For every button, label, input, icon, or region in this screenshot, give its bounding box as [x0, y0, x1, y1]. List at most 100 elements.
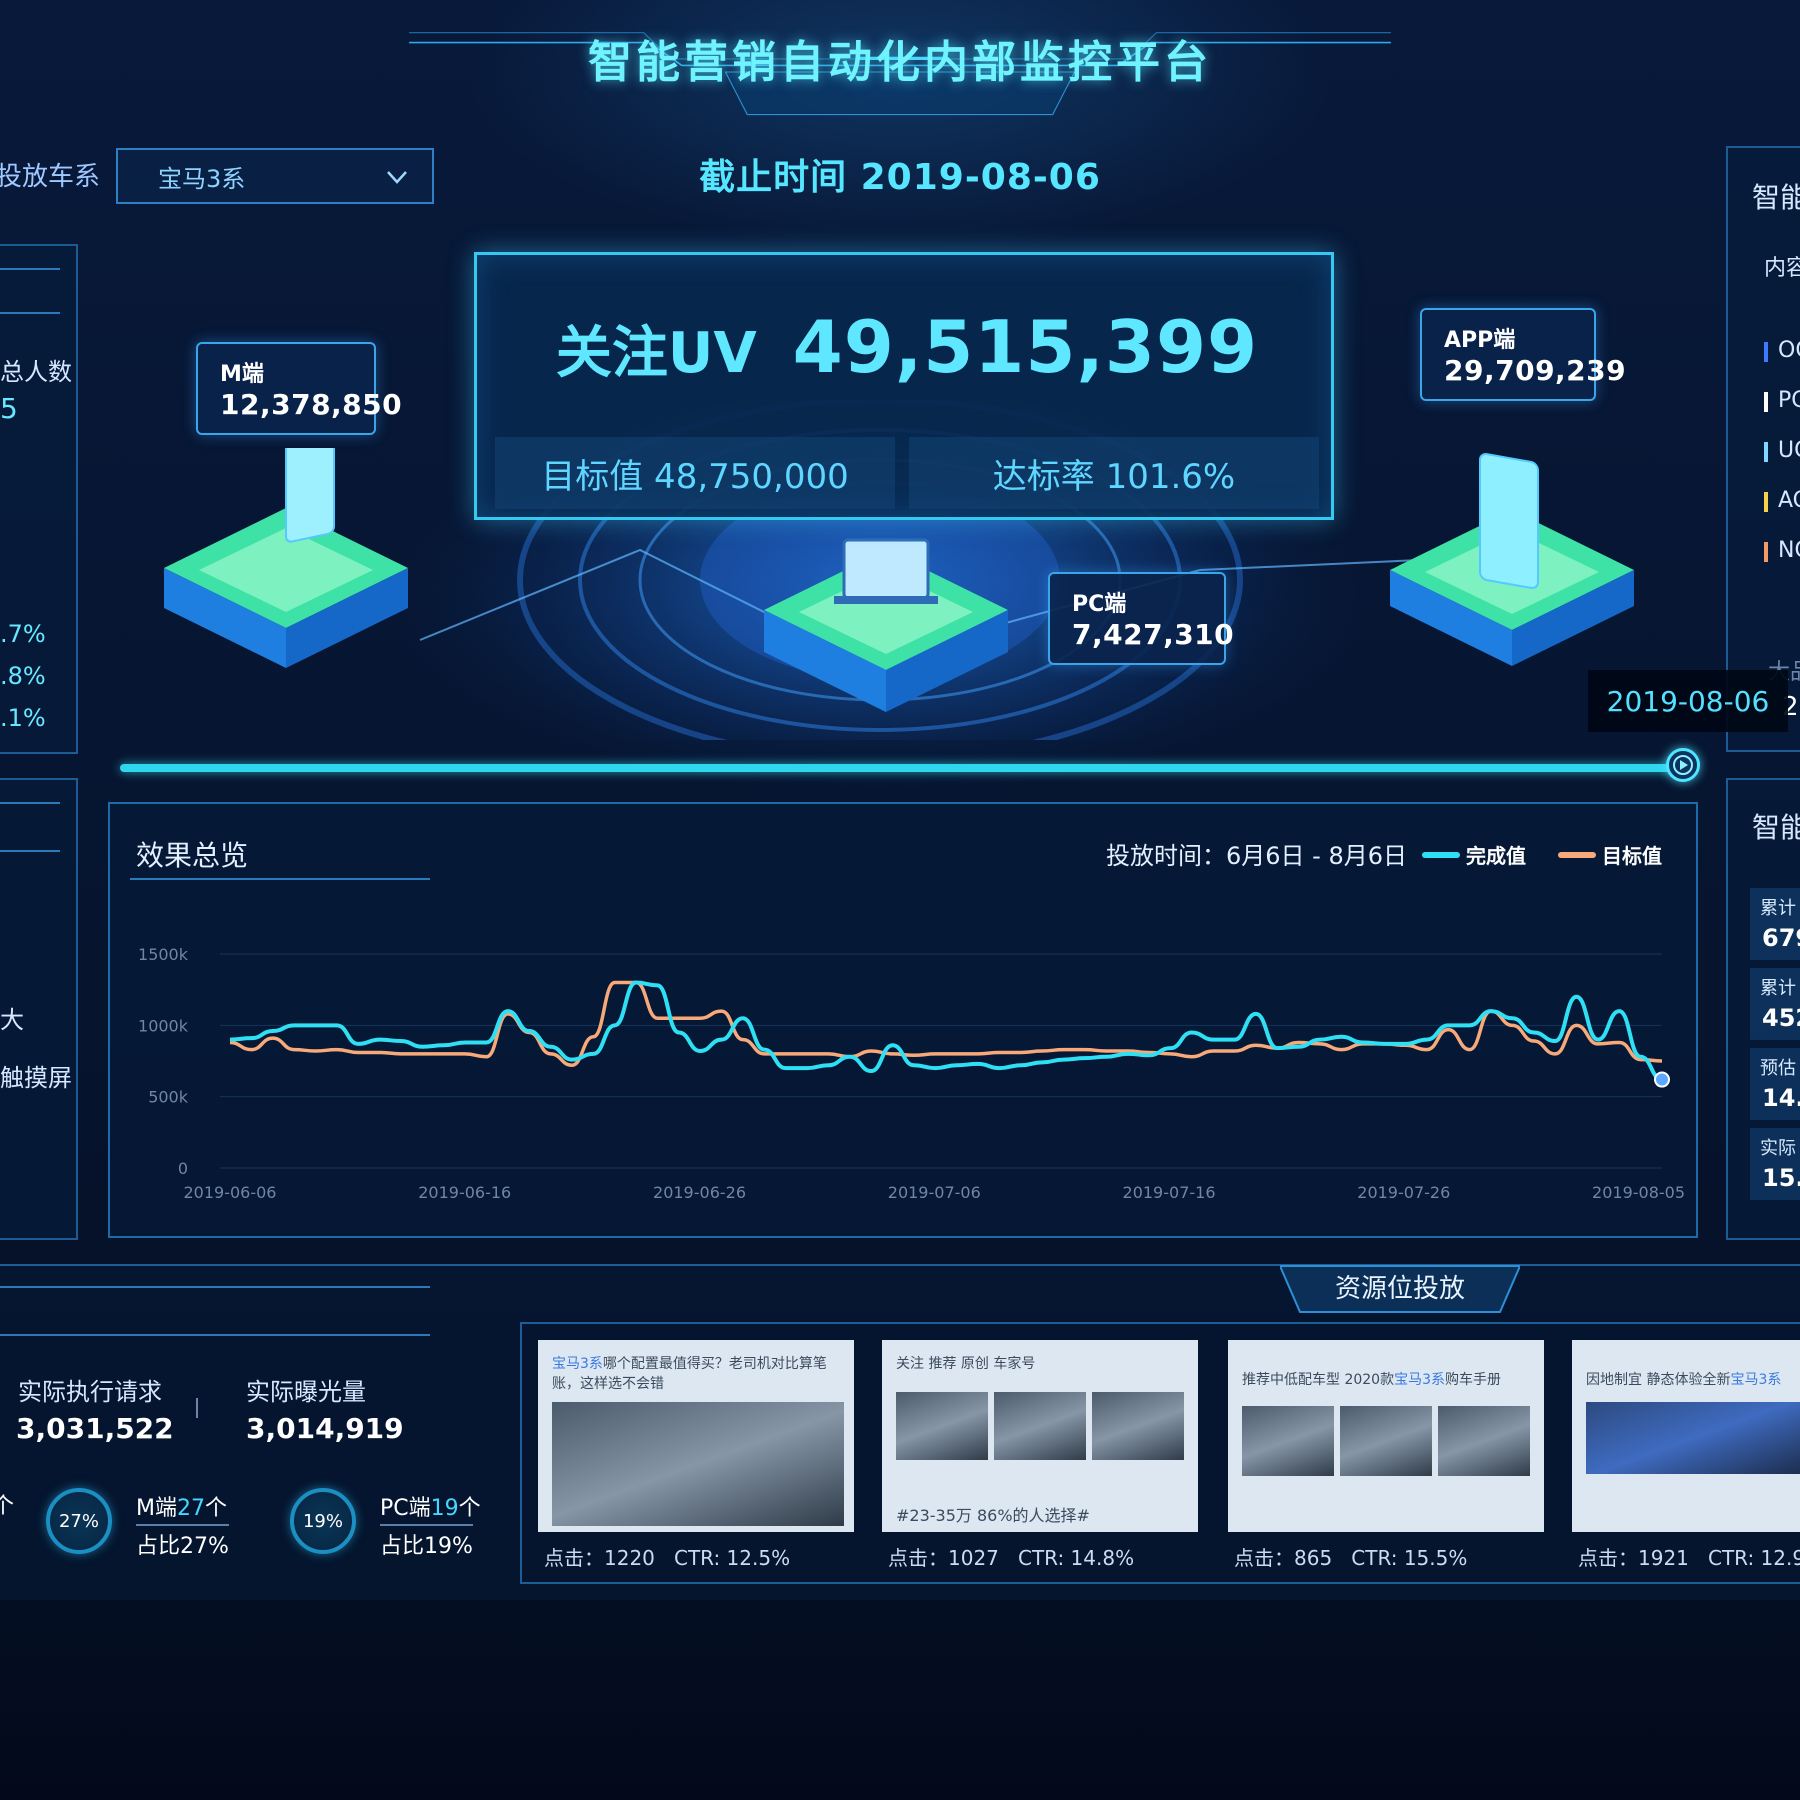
left-panel-value: 5	[0, 392, 18, 425]
right-item-marker	[1764, 442, 1768, 462]
y-tick-label: 0	[178, 1159, 188, 1178]
timeline-track[interactable]	[120, 764, 1682, 772]
right-metric-value: 679	[1762, 924, 1800, 952]
ad-card[interactable]: 关注 推荐 原创 车家号 #23-35万 86%的人选择#	[882, 1340, 1198, 1532]
ad-stat: 点击：1027 CTR: 14.8%	[888, 1546, 1135, 1570]
kpi-panel: 关注UV 49,515,399 目标值 48,750,000 达标率 101.6…	[474, 252, 1334, 520]
left-panel-pct: .8%	[0, 662, 46, 690]
exec-request-value: 3,031,522	[16, 1412, 174, 1445]
ad-stat: 点击：1921 CTR: 12.9%	[1578, 1546, 1800, 1570]
right-item-marker	[1764, 342, 1768, 362]
left-panel-rule	[0, 312, 60, 314]
ad-caption: 关注 推荐 原创 车家号	[896, 1356, 1036, 1372]
exposure-value: 3,014,919	[246, 1412, 404, 1445]
car-series-label: 投放车系	[0, 162, 100, 192]
timeline-play-handle[interactable]	[1666, 748, 1700, 782]
ad-caption: 宝马3系哪个配置最值得买？老司机对比算笔账，这样选不会错	[552, 1356, 827, 1392]
bottom-rule	[0, 1334, 430, 1336]
play-icon	[1673, 755, 1693, 775]
bottom-rule	[0, 1286, 430, 1288]
pc-device-callout: PC端 7,427,310	[1048, 572, 1234, 665]
deadline-date: 截止时间 2019-08-06	[699, 157, 1101, 198]
ad-card[interactable]: 推荐中低配车型 2020款宝马3系购车手册	[1228, 1340, 1544, 1532]
kpi-main-row: 关注UV 49,515,399	[477, 305, 1337, 395]
right-metric-value: 15.	[1762, 1164, 1800, 1192]
right-metric-label: 预估	[1760, 1058, 1796, 1079]
stat-divider	[196, 1398, 198, 1418]
right-item-marker	[1764, 492, 1768, 512]
car-photo	[1438, 1406, 1530, 1476]
chevron-down-icon	[387, 171, 407, 184]
left-panel-text: 大	[0, 1006, 24, 1034]
kpi-target: 目标值 48,750,000	[495, 437, 895, 509]
x-tick-label: 2019-07-16	[1123, 1183, 1216, 1202]
left-panel-text: 总人数	[0, 358, 72, 386]
terrain-backdrop	[0, 1600, 1800, 1800]
x-tick-label: 2019-06-26	[653, 1183, 746, 1202]
timeline-date-tooltip: 2019-08-06	[1588, 670, 1788, 732]
left-cut-text: 个	[0, 1494, 15, 1519]
x-tick-label: 2019-08-05	[1592, 1183, 1685, 1202]
right-item-label: AC	[1778, 488, 1800, 513]
kpi-value: 49,515,399	[792, 305, 1259, 389]
car-photo	[896, 1392, 988, 1460]
pc-share-ratio: 占比19%	[380, 1524, 473, 1560]
right-metric-value: 14.	[1762, 1084, 1800, 1112]
app-device-callout: APP端 29,709,239	[1420, 308, 1626, 401]
car-series-select[interactable]: 宝马3系	[116, 148, 434, 204]
left-panel-rule	[0, 802, 60, 804]
ad-caption: 因地制宜 静态体验全新宝马3系	[1586, 1372, 1782, 1388]
ad-card[interactable]: 因地制宜 静态体验全新宝马3系	[1572, 1340, 1800, 1532]
left-panel-rule	[0, 268, 60, 270]
car-photo	[552, 1402, 844, 1526]
right-metric-label: 累计	[1760, 898, 1796, 919]
m-share-ring: 27%	[46, 1488, 112, 1554]
exposure-label: 实际曝光量	[246, 1378, 366, 1406]
y-tick-label: 500k	[148, 1088, 189, 1107]
kpi-rate: 达标率 101.6%	[909, 437, 1319, 509]
left-panel-pct: .7%	[0, 620, 46, 648]
right-item-marker	[1764, 392, 1768, 412]
pc-device-platform	[764, 538, 1008, 712]
y-tick-label: 1000k	[138, 1016, 189, 1035]
car-photo	[1340, 1406, 1432, 1476]
resource-title: 资源位投放	[1334, 1274, 1465, 1304]
right-item-label: UG	[1778, 438, 1800, 463]
car-series-value: 宝马3系	[158, 164, 246, 193]
pc-share-title: PC端19个	[380, 1496, 481, 1521]
x-tick-label: 2019-06-06	[184, 1183, 277, 1202]
ad-card[interactable]: 宝马3系哪个配置最值得买？老司机对比算笔账，这样选不会错	[538, 1340, 854, 1532]
right-item-marker	[1764, 542, 1768, 562]
exec-request-label: 实际执行请求	[18, 1378, 162, 1406]
app-device-platform	[1390, 453, 1634, 666]
y-tick-label: 1500k	[138, 945, 189, 964]
right-panel-subtitle: 内容	[1764, 256, 1800, 281]
ad-stat: 点击：865 CTR: 15.5%	[1234, 1546, 1468, 1570]
ad-caption: 推荐中低配车型 2020款宝马3系购车手册	[1242, 1372, 1502, 1388]
right-panel-title: 智能	[1752, 181, 1800, 214]
page-title: 智能营销自动化内部监控平台	[588, 37, 1212, 88]
pc-share-ring: 19%	[290, 1488, 356, 1554]
kpi-label: 关注UV	[555, 321, 757, 386]
overview-chart-panel: 效果总览 投放时间：6月6日 - 8月6日 完成值 目标值 0 500k 1000k…	[108, 802, 1698, 1238]
right-item-label: NC	[1778, 538, 1800, 563]
car-photo	[1092, 1392, 1184, 1460]
left-panel-rule	[0, 850, 60, 852]
ad-stat: 点击：1220 CTR: 12.5%	[544, 1546, 791, 1570]
right-metric-label: 实际	[1760, 1138, 1796, 1159]
x-tick-label: 2019-07-26	[1357, 1183, 1450, 1202]
right-panel-title: 智能	[1752, 811, 1800, 844]
right-metric-value: 452	[1762, 1004, 1800, 1032]
line-chart: 0 500k 1000k 1500k 2019-06-06 2019-06-16 2019-…	[138, 945, 1685, 1202]
left-panel-pct: .1%	[0, 704, 46, 732]
ad-tagline: #23-35万 86%的人选择#	[896, 1506, 1090, 1525]
m-device-callout: M端 12,378,850	[196, 342, 402, 435]
m-share-ratio: 占比27%	[136, 1524, 229, 1560]
car-photo	[1242, 1406, 1334, 1476]
right-metric-label: 累计	[1760, 978, 1796, 999]
left-panel-text: 触摸屏	[0, 1064, 72, 1092]
car-photo	[994, 1392, 1086, 1460]
m-share-title: M端27个	[136, 1496, 227, 1521]
m-device-platform	[164, 448, 408, 668]
right-item-label: PG	[1778, 388, 1800, 413]
